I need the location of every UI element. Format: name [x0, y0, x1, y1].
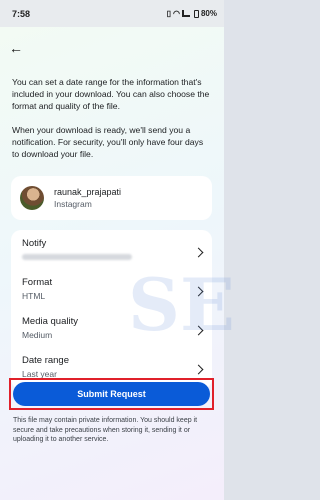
privacy-footnote: This file may contain private informatio… [13, 417, 198, 443]
description-paragraph-2: When your download is ready, we'll send … [12, 125, 204, 159]
media-quality-value: Medium [22, 330, 53, 340]
battery-icon [193, 9, 199, 18]
avatar [20, 186, 44, 210]
battery-percent: 80% [200, 9, 217, 18]
submit-request-button[interactable]: Submit Request [13, 382, 210, 406]
description-paragraph-1: You can set a date range for the informa… [12, 77, 210, 111]
account-username: raunak_prajapati [54, 186, 122, 197]
status-bar: 7:58 ▯ ◠ 80% [0, 0, 224, 27]
format-row[interactable]: Format HTML [11, 277, 212, 313]
notify-label: Notify [22, 238, 47, 249]
media-quality-row[interactable]: Media quality Medium [11, 316, 212, 352]
back-button[interactable]: ← [9, 41, 27, 55]
account-card: raunak_prajapati Instagram [11, 176, 212, 220]
media-quality-label: Media quality [22, 316, 78, 327]
signal-icon [181, 10, 190, 17]
status-icons: ▯ ◠ 80% [167, 9, 217, 18]
notify-row[interactable]: Notify [11, 238, 212, 274]
date-range-label: Date range [22, 355, 70, 366]
settings-card: Notify Format HTML Media quality Medium … [11, 230, 212, 389]
account-info: raunak_prajapati Instagram [54, 187, 121, 210]
notify-email-redacted [22, 254, 132, 260]
format-value: HTML [22, 291, 46, 301]
wifi-icon: ◠ [173, 9, 180, 18]
format-label: Format [22, 277, 53, 288]
status-time: 7:58 [12, 8, 31, 19]
account-platform: Instagram [54, 198, 92, 209]
vibrate-icon: ▯ [166, 9, 171, 18]
arrow-left-icon: ← [9, 40, 23, 56]
